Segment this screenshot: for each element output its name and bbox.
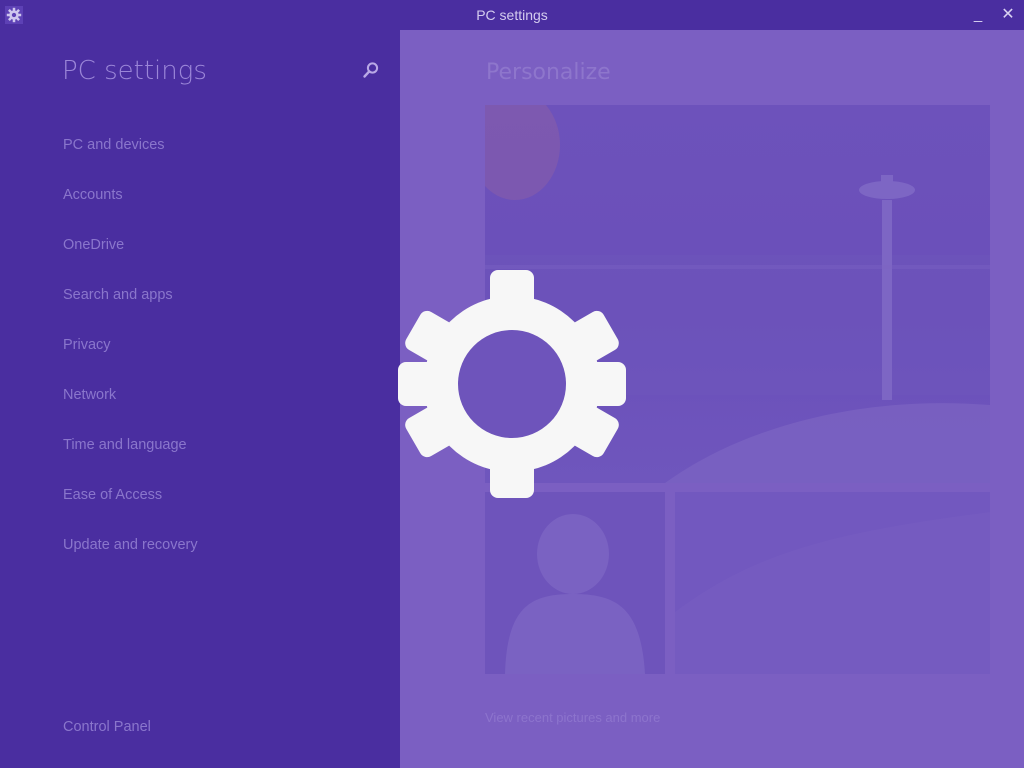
sidebar-item-time-and-language[interactable]: Time and language	[63, 437, 187, 453]
sidebar-item-privacy[interactable]: Privacy	[63, 337, 111, 353]
minimize-button[interactable]: _	[963, 0, 993, 30]
content-title: Personalize	[486, 60, 611, 85]
search-icon[interactable]	[362, 61, 380, 79]
recent-pictures-link[interactable]: View recent pictures and more	[485, 710, 660, 725]
sidebar-item-network[interactable]: Network	[63, 387, 116, 403]
sidebar-item-search-and-apps[interactable]: Search and apps	[63, 287, 173, 303]
sidebar-item-ease-of-access[interactable]: Ease of Access	[63, 487, 162, 503]
control-panel-link[interactable]: Control Panel	[63, 719, 151, 735]
sidebar-item-accounts[interactable]: Accounts	[63, 187, 123, 203]
sidebar-item-update-and-recovery[interactable]: Update and recovery	[63, 537, 198, 553]
close-button[interactable]: ✕	[993, 0, 1023, 30]
user-silhouette-icon	[505, 514, 645, 674]
sidebar-item-pc-and-devices[interactable]: PC and devices	[63, 137, 165, 153]
settings-gear-icon	[398, 270, 626, 498]
sidebar-title: PC settings	[62, 56, 207, 86]
landscape-image	[675, 512, 990, 674]
sidebar: PC settings PC and devices Accounts OneD…	[0, 30, 400, 768]
start-screen-preview[interactable]	[675, 492, 990, 674]
sidebar-item-onedrive[interactable]: OneDrive	[63, 237, 124, 253]
title-bar: PC settings _ ✕	[0, 0, 1024, 30]
account-picture-preview[interactable]	[485, 492, 665, 674]
window-title: PC settings	[476, 7, 548, 23]
